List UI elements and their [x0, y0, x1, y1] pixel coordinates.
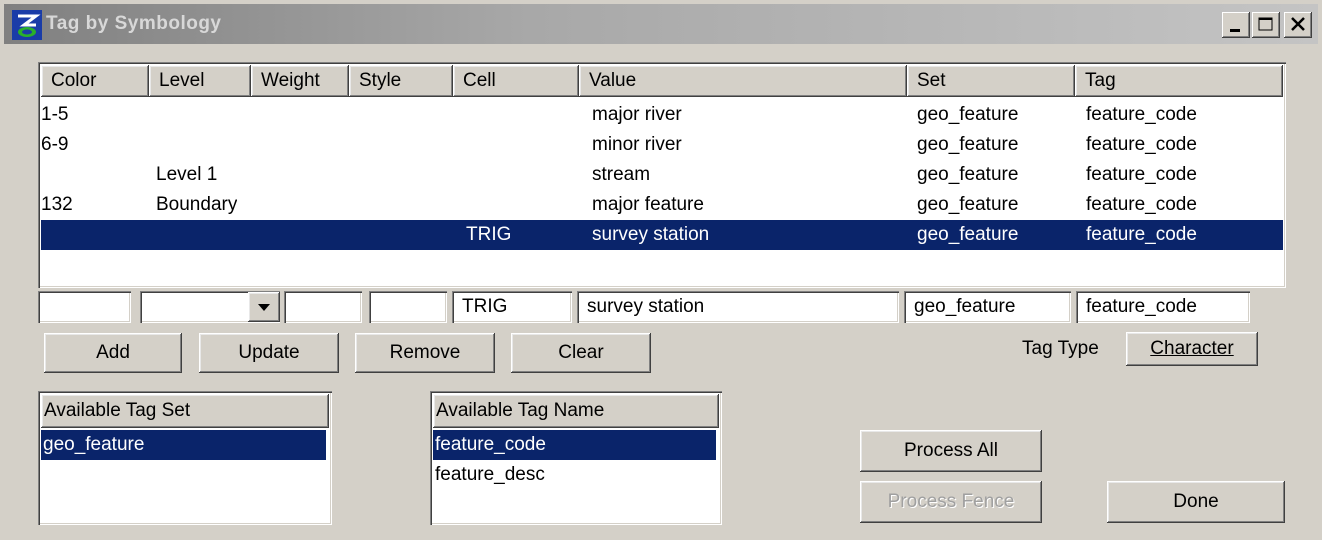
column-header-cell[interactable]: Cell [453, 65, 579, 97]
table-row[interactable]: 1-5 major river geo_feature feature_code [41, 100, 1283, 130]
table-row[interactable]: 132 Boundary major feature geo_feature f… [41, 190, 1283, 220]
list-item[interactable]: feature_desc [433, 460, 716, 490]
cell-cell: TRIG [466, 224, 512, 245]
level-dropdown-button[interactable] [248, 292, 280, 322]
add-button[interactable]: Add [44, 333, 182, 373]
cell-level: Level 1 [156, 164, 218, 185]
color-input[interactable] [38, 291, 131, 323]
column-header-set[interactable]: Set [907, 65, 1075, 97]
column-header-tag[interactable]: Tag [1075, 65, 1283, 97]
tag-type-label: Tag Type [1022, 338, 1099, 359]
cell-tag: feature_code [1086, 134, 1197, 155]
cell-tag: feature_code [1086, 164, 1197, 185]
cell-set: geo_feature [917, 134, 1019, 155]
app-logo-icon [12, 10, 42, 40]
cell-level: Boundary [156, 194, 238, 215]
symbology-table[interactable]: Color Level Weight Style Cell Value Set … [38, 62, 1286, 288]
close-icon [1291, 17, 1305, 31]
cell-tag: feature_code [1086, 104, 1197, 125]
minimize-icon [1230, 29, 1240, 32]
table-row[interactable]: 6-9 minor river geo_feature feature_code [41, 130, 1283, 160]
done-button[interactable]: Done [1107, 481, 1285, 523]
cell-color: 132 [41, 194, 73, 215]
list-item[interactable]: geo_feature [41, 430, 326, 460]
cell-set: geo_feature [917, 164, 1019, 185]
tag-set-header[interactable]: Available Tag Set [41, 394, 329, 428]
chevron-down-icon [258, 304, 270, 311]
cell-set: geo_feature [917, 104, 1019, 125]
cell-tag: feature_code [1086, 194, 1197, 215]
style-input[interactable] [369, 291, 447, 323]
available-tag-set-list[interactable]: Available Tag Set geo_feature [38, 391, 332, 525]
maximize-icon [1258, 17, 1273, 31]
cell-set: geo_feature [917, 194, 1019, 215]
close-button[interactable] [1284, 12, 1312, 38]
available-tag-name-list[interactable]: Available Tag Name feature_code feature_… [430, 391, 722, 525]
update-button[interactable]: Update [199, 333, 339, 373]
process-all-button[interactable]: Process All [860, 430, 1042, 472]
remove-button[interactable]: Remove [355, 333, 495, 373]
set-input[interactable]: geo_feature [904, 291, 1071, 323]
list-item[interactable]: feature_code [433, 430, 716, 460]
table-row[interactable]: Level 1 stream geo_feature feature_code [41, 160, 1283, 190]
column-header-level[interactable]: Level [149, 65, 251, 97]
value-input[interactable]: survey station [577, 291, 899, 323]
tag-name-header[interactable]: Available Tag Name [433, 394, 719, 428]
cell-value: minor river [592, 134, 682, 155]
table-row-selected[interactable]: TRIG survey station geo_feature feature_… [41, 220, 1283, 250]
cell-value: major river [592, 104, 682, 125]
cell-input[interactable]: TRIG [452, 291, 572, 323]
cell-tag: feature_code [1086, 224, 1197, 245]
column-header-weight[interactable]: Weight [251, 65, 349, 97]
process-fence-button[interactable]: Process Fence [860, 481, 1042, 523]
column-header-value[interactable]: Value [579, 65, 907, 97]
cell-set: geo_feature [917, 224, 1019, 245]
maximize-button[interactable] [1252, 12, 1280, 38]
clear-button[interactable]: Clear [511, 333, 651, 373]
cell-color: 1-5 [41, 104, 69, 125]
cell-value: survey station [592, 224, 710, 245]
title-bar[interactable]: Tag by Symbology [4, 4, 1318, 44]
cell-color: 6-9 [41, 134, 69, 155]
tag-by-symbology-window: Tag by Symbology Color Level Weight Styl… [0, 0, 1322, 540]
minimize-button[interactable] [1222, 12, 1250, 38]
window-title: Tag by Symbology [46, 13, 222, 34]
cell-value: stream [592, 164, 651, 185]
tag-type-button[interactable]: Character [1126, 332, 1258, 366]
column-header-color[interactable]: Color [41, 65, 149, 97]
weight-input[interactable] [284, 291, 362, 323]
tag-input[interactable]: feature_code [1076, 291, 1250, 323]
cell-value: major feature [592, 194, 704, 215]
column-header-style[interactable]: Style [349, 65, 453, 97]
